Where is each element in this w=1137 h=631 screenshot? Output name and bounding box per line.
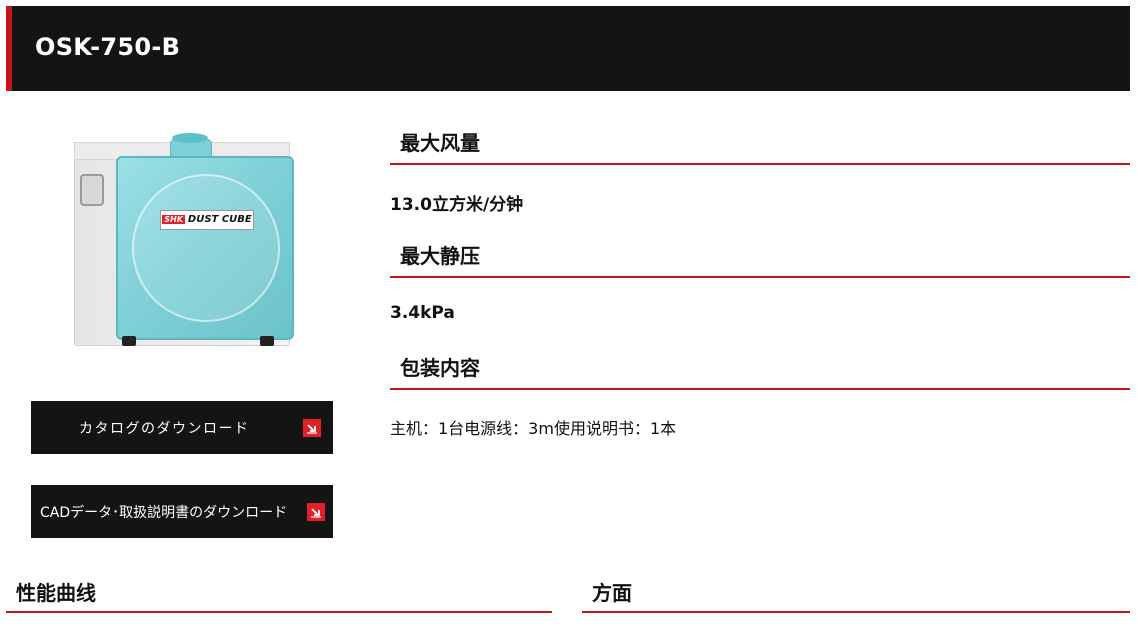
intake-pipe-opening xyxy=(172,133,208,143)
spec-value-max-static-pressure: 3.4kPa xyxy=(390,303,455,323)
download-arrow-icon xyxy=(307,503,325,521)
catalog-download-button[interactable]: カタログのダウンロード xyxy=(31,401,333,454)
section-heading-dimensions: 方面 xyxy=(582,573,1130,613)
side-handle xyxy=(80,174,104,206)
catalog-download-label: カタログのダウンロード xyxy=(79,421,250,437)
front-panel: SHK DUST CUBE xyxy=(116,156,294,340)
brand-logo: SHK xyxy=(162,215,185,224)
cad-download-button[interactable]: CADデータ･取扱説明書のダウンロード xyxy=(31,485,333,538)
product-title: OSK-750-B xyxy=(35,33,181,61)
foot-left xyxy=(122,336,136,346)
brand-sticker: SHK DUST CUBE xyxy=(160,210,254,230)
download-arrow-icon xyxy=(303,419,321,437)
section-heading-performance-curve: 性能曲线 xyxy=(6,573,552,613)
spec-label: 包装内容 xyxy=(400,356,480,380)
product-image: SHK DUST CUBE xyxy=(60,128,300,368)
spec-heading-package-contents: 包装内容 xyxy=(390,346,1130,390)
spec-heading-max-airflow: 最大风量 xyxy=(390,121,1130,165)
spec-label: 最大静压 xyxy=(400,244,480,268)
brand-label: DUST CUBE xyxy=(187,214,252,225)
page-header: OSK-750-B xyxy=(6,6,1130,91)
spec-label: 最大风量 xyxy=(400,131,480,155)
filter-circle xyxy=(132,174,280,322)
spec-value-max-airflow: 13.0立方米/分钟 xyxy=(390,195,524,215)
foot-right xyxy=(260,336,274,346)
cad-download-label: CADデータ･取扱説明書のダウンロード xyxy=(40,505,288,521)
section-label: 性能曲线 xyxy=(16,581,96,605)
section-label: 方面 xyxy=(592,581,632,605)
spec-value-package-contents: 主机：1台电源线：3m使用说明书：1本 xyxy=(390,419,677,438)
spec-heading-max-static-pressure: 最大静压 xyxy=(390,234,1130,278)
